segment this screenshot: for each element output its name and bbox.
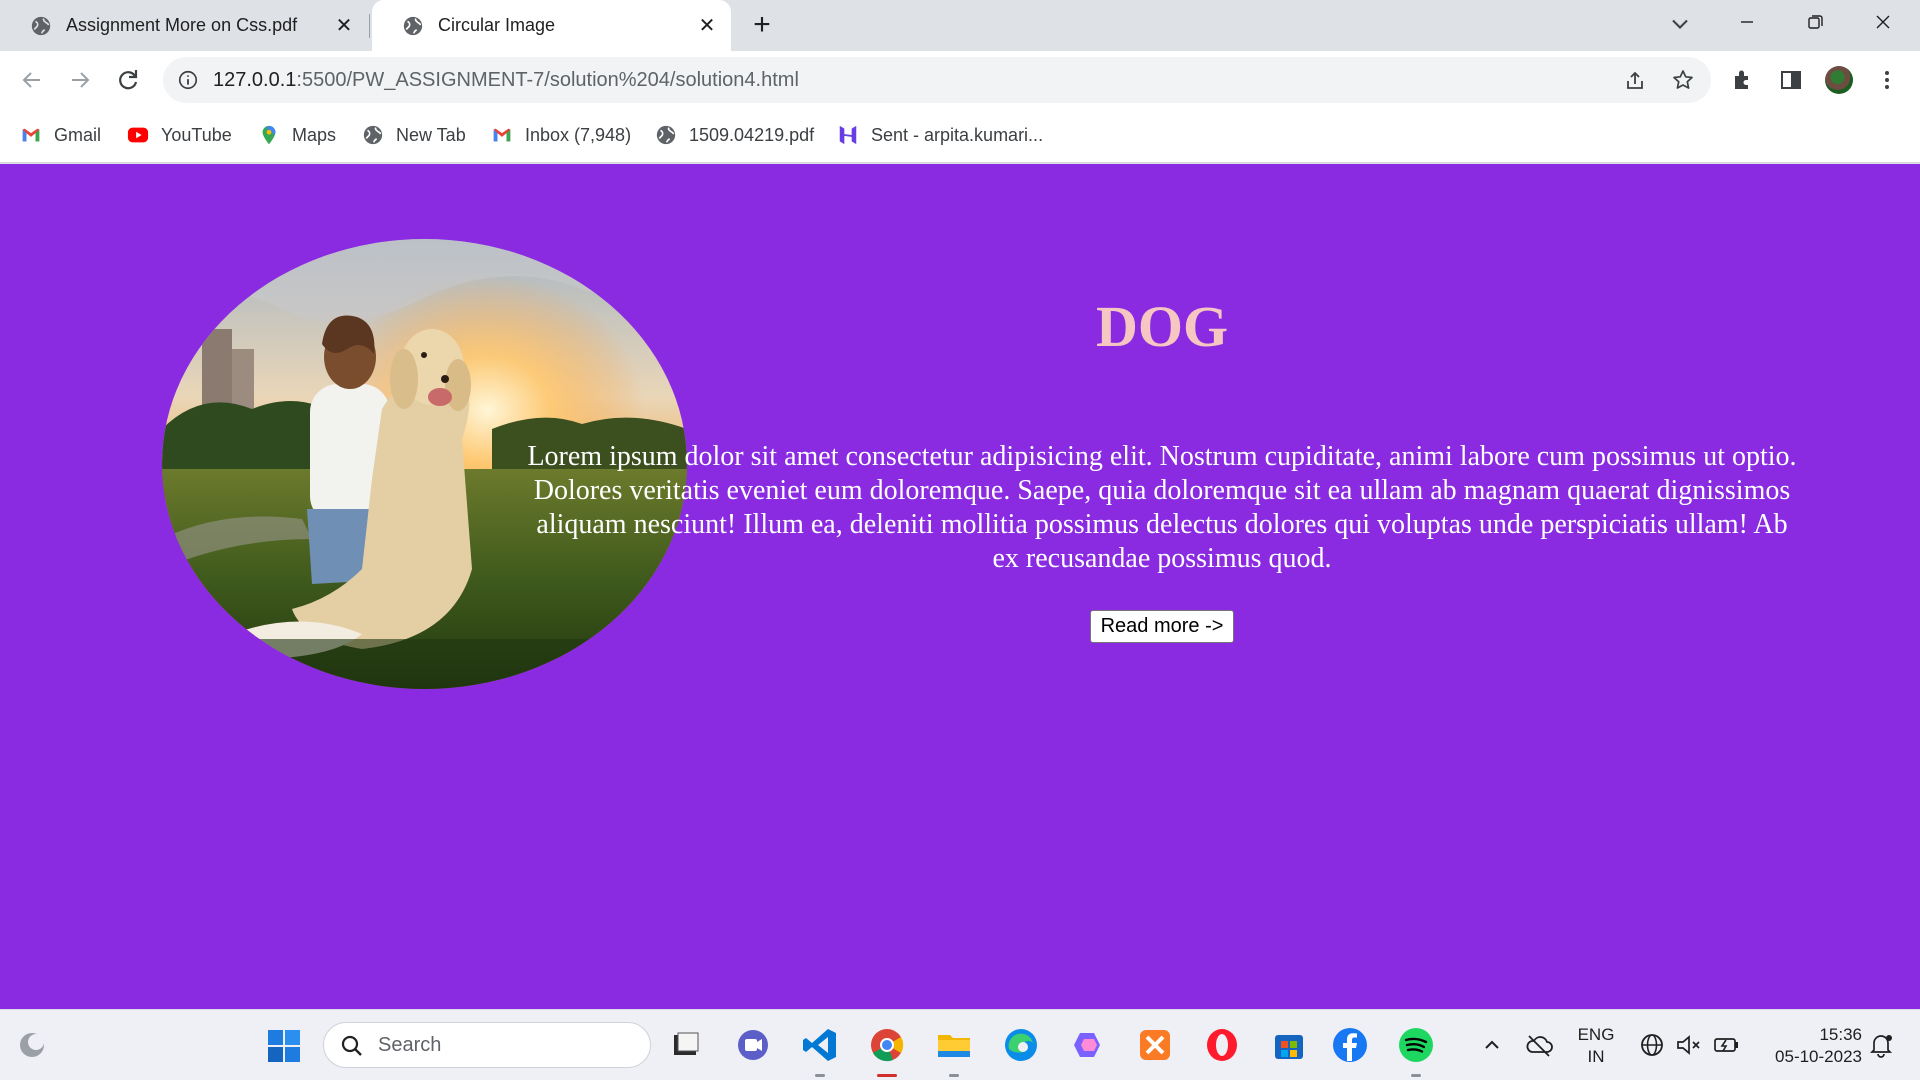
chevron-down-icon[interactable] xyxy=(1666,10,1694,38)
windows-start-icon[interactable] xyxy=(266,1028,302,1064)
bookmark-label: Inbox (7,948) xyxy=(525,124,632,145)
page-title: DOG xyxy=(1095,294,1229,359)
onedrive-offline-icon[interactable] xyxy=(1524,1030,1554,1060)
tab-title: Assignment More on Css.pdf xyxy=(66,15,298,35)
bookmark-gmail[interactable]: Gmail xyxy=(20,122,101,148)
body-paragraph: Lorem ipsum dolor sit amet consectetur a… xyxy=(527,441,1797,574)
close-icon[interactable]: ✕ xyxy=(697,16,717,36)
url-host: 127.0.0.1 xyxy=(213,69,297,91)
new-tab-button[interactable]: + xyxy=(746,10,778,42)
reload-icon[interactable] xyxy=(112,64,144,96)
text-block: DOG Lorem ipsum dolor sit amet consectet… xyxy=(520,298,1804,643)
url-path: :5500/PW_ASSIGNMENT-7/solution%204/solut… xyxy=(296,69,799,91)
tab-assignment-pdf[interactable]: Assignment More on Css.pdf ✕ xyxy=(0,0,368,51)
search-icon xyxy=(341,1035,362,1056)
tab-separator xyxy=(369,14,370,38)
opera-icon[interactable] xyxy=(1202,1025,1242,1065)
forward-arrow-icon[interactable] xyxy=(64,64,96,96)
network-globe-icon[interactable] xyxy=(1638,1030,1666,1060)
store-icon[interactable] xyxy=(1269,1025,1309,1065)
vscode-icon[interactable] xyxy=(800,1025,840,1077)
weather-widget-icon[interactable] xyxy=(14,1027,50,1063)
read-more-button[interactable]: Read more -> xyxy=(1089,610,1235,643)
language-code: ENG xyxy=(1577,1025,1615,1044)
browser-toolbar: 127.0.0.1:5500/PW_ASSIGNMENT-7/solution%… xyxy=(0,51,1920,108)
globe-icon xyxy=(363,125,383,145)
close-icon[interactable]: ✕ xyxy=(334,16,354,36)
back-arrow-icon[interactable] xyxy=(16,64,48,96)
globe-icon xyxy=(656,125,676,145)
chrome-icon[interactable] xyxy=(867,1025,907,1077)
tab-circular-image[interactable]: Circular Image ✕ xyxy=(372,0,731,51)
language-indicator[interactable]: ENG IN xyxy=(1570,1024,1622,1068)
taskbar-search[interactable]: Search xyxy=(323,1022,651,1068)
copilot-icon[interactable] xyxy=(1068,1025,1108,1065)
minimize-icon[interactable] xyxy=(1730,8,1764,36)
page-viewport: DOG Lorem ipsum dolor sit amet consectet… xyxy=(0,164,1920,1009)
bookmark-pdf[interactable]: 1509.04219.pdf xyxy=(655,122,814,148)
info-icon[interactable] xyxy=(177,69,199,91)
bookmark-label: YouTube xyxy=(161,124,232,145)
bookmark-youtube[interactable]: YouTube xyxy=(127,122,232,148)
bookmark-new-tab[interactable]: New Tab xyxy=(362,122,466,148)
file-explorer-icon[interactable] xyxy=(666,1025,706,1065)
bookmark-label: Maps xyxy=(292,124,337,145)
teams-icon[interactable] xyxy=(733,1025,773,1065)
bookmark-maps[interactable]: Maps xyxy=(258,122,336,148)
bookmark-label: Sent - arpita.kumari... xyxy=(871,124,1044,145)
folder-icon[interactable] xyxy=(934,1025,974,1077)
edge-icon[interactable] xyxy=(1001,1025,1041,1065)
profile-avatar[interactable] xyxy=(1825,66,1853,94)
tab-strip: Assignment More on Css.pdf ✕ Circular Im… xyxy=(0,0,1920,51)
address-bar[interactable]: 127.0.0.1:5500/PW_ASSIGNMENT-7/solution%… xyxy=(163,57,1711,103)
gmail-icon xyxy=(22,128,40,142)
bookmark-label: Gmail xyxy=(54,124,102,145)
bookmarks-bar: Gmail YouTube Maps New Tab Inbox (7,948)… xyxy=(0,108,1920,163)
notification-bell-icon[interactable] xyxy=(1866,1030,1896,1060)
bookmark-sent[interactable]: Sent - arpita.kumari... xyxy=(837,122,1043,148)
bookmark-label: New Tab xyxy=(396,124,466,145)
bookmark-inbox[interactable]: Inbox (7,948) xyxy=(491,122,631,148)
tab-title: Circular Image xyxy=(438,15,556,35)
speaker-muted-icon[interactable] xyxy=(1674,1030,1702,1060)
globe-icon xyxy=(31,16,51,35)
windows-taskbar: Search ENG IN 15:36 05-10-2023 xyxy=(0,1009,1920,1080)
maps-icon xyxy=(262,125,276,145)
region-code: IN xyxy=(1587,1047,1605,1066)
close-window-icon[interactable] xyxy=(1866,8,1900,36)
clock[interactable]: 15:36 05-10-2023 xyxy=(1752,1024,1862,1068)
extensions-icon[interactable] xyxy=(1730,67,1756,93)
youtube-icon xyxy=(127,127,149,143)
spotify-icon[interactable] xyxy=(1396,1025,1436,1077)
bookmark-star-icon[interactable] xyxy=(1671,68,1695,92)
share-icon[interactable] xyxy=(1623,69,1647,93)
battery-charging-icon[interactable] xyxy=(1712,1030,1742,1060)
clock-date: 05-10-2023 xyxy=(1775,1047,1862,1066)
globe-icon xyxy=(403,16,423,35)
more-menu-icon[interactable] xyxy=(1874,67,1900,93)
url-text[interactable]: 127.0.0.1:5500/PW_ASSIGNMENT-7/solution%… xyxy=(213,69,799,92)
hostinger-icon xyxy=(839,125,857,145)
side-panel-icon[interactable] xyxy=(1778,67,1804,93)
gmail-icon xyxy=(493,128,511,142)
search-placeholder: Search xyxy=(378,1034,442,1056)
chevron-up-icon[interactable] xyxy=(1480,1030,1504,1060)
restore-icon[interactable] xyxy=(1798,8,1832,36)
xampp-icon[interactable] xyxy=(1135,1025,1175,1065)
clock-time: 15:36 xyxy=(1819,1025,1862,1044)
facebook-icon[interactable] xyxy=(1330,1025,1370,1065)
bookmark-label: 1509.04219.pdf xyxy=(689,124,815,145)
